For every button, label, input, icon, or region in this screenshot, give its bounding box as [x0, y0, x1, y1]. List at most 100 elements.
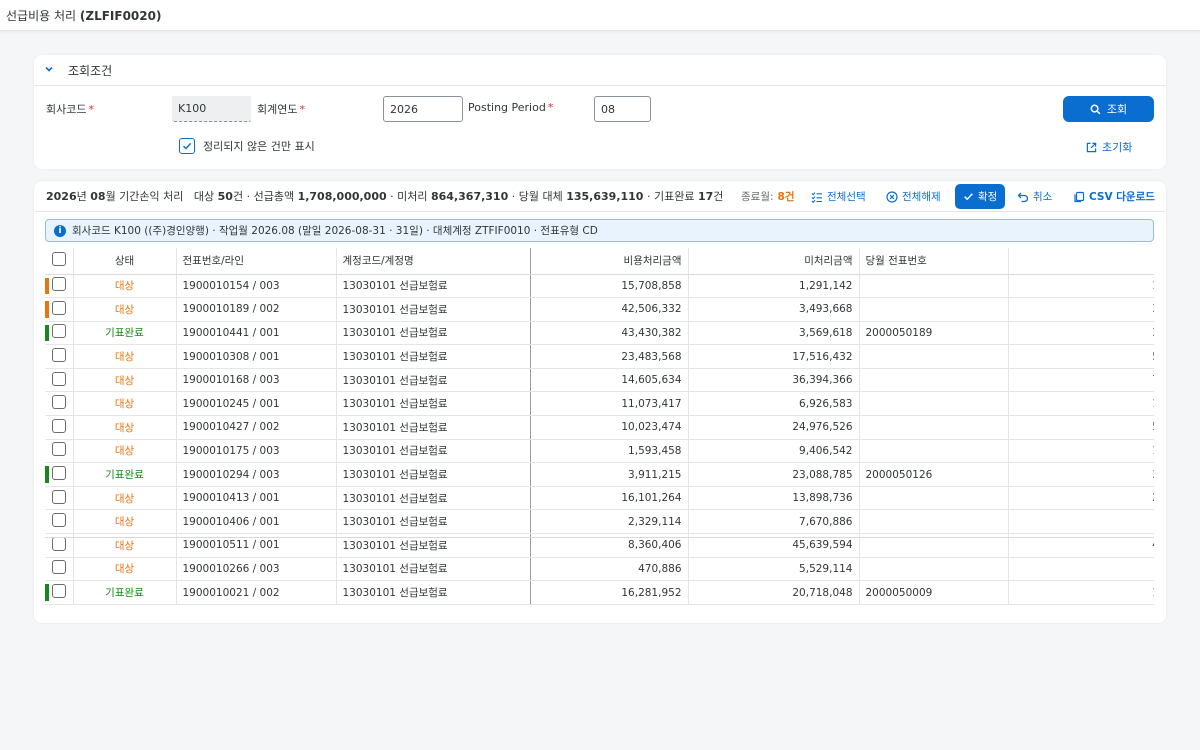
current-document-cell: [858, 368, 1008, 393]
table-row[interactable]: 대상 1900010154 / 003 13030101 선급보험료 15,708,8…: [45, 274, 1154, 299]
row-checkbox[interactable]: [51, 324, 66, 339]
row-checkbox[interactable]: [51, 466, 66, 481]
account-cell: 13030101 선급보험료: [335, 509, 530, 535]
checklist-icon: [811, 191, 822, 203]
table-row[interactable]: 대상 1900010413 / 001 13030101 선급보험료 16,101,2…: [45, 486, 1154, 511]
search-panel-header[interactable]: 조회조건: [34, 55, 1166, 86]
column-header-expense-amount[interactable]: 비용처리금액: [529, 248, 688, 275]
deselect-all-button[interactable]: 전체해제: [886, 184, 941, 209]
current-document-cell: [858, 486, 1008, 511]
table-row[interactable]: 대상 1900010427 / 002 13030101 선급보험료 10,023,4…: [45, 415, 1154, 440]
row-select-cell: [45, 486, 73, 511]
table-row[interactable]: 대상 1900010189 / 002 13030101 선급보험료 42,506,3…: [45, 297, 1154, 322]
row-checkbox[interactable]: [51, 348, 66, 363]
row-select-cell: [45, 321, 73, 346]
fiscal-year-input[interactable]: 2026: [383, 96, 463, 122]
table-row[interactable]: 대상 1900010266 / 003 13030101 선급보험료 470,886 5…: [45, 557, 1154, 582]
row-checkbox[interactable]: [51, 371, 66, 386]
truncated-amount-cell: 7: [1007, 509, 1154, 535]
remaining-amount-cell: 17,516,432: [687, 344, 859, 369]
select-all-checkbox[interactable]: [51, 252, 66, 267]
document-line-cell: 1900010308 / 001: [175, 344, 336, 369]
search-icon: [1090, 104, 1101, 114]
expense-amount-cell: 23,483,568: [529, 344, 688, 369]
table-bottom-border: [45, 537, 1154, 538]
chevron-down-icon[interactable]: [44, 64, 60, 77]
row-highlight-bar: [45, 277, 49, 295]
company-code-field: K100: [172, 96, 251, 122]
confirm-button[interactable]: 확정: [955, 184, 1006, 209]
row-checkbox[interactable]: [51, 300, 66, 315]
document-line-cell: 1900010154 / 003: [175, 274, 336, 299]
truncated-amount-cell: 3,4: [1007, 297, 1154, 322]
reset-button[interactable]: 초기화: [1086, 139, 1132, 155]
table-row[interactable]: 기표완료 1900010021 / 002 13030101 선급보험료 16,281…: [45, 580, 1154, 605]
cancel-button[interactable]: 취소: [1017, 184, 1052, 209]
column-header-account[interactable]: 계정코드/계정명: [335, 248, 530, 275]
remaining-amount-cell: 3,569,618: [687, 321, 859, 346]
search-criteria-panel: 조회조건 회사코드 * K100 회계연도 * 2026 Posting Perio…: [34, 55, 1166, 169]
ended-months-indicator: 종료월: 8건: [741, 191, 795, 203]
required-marker: *: [88, 103, 94, 116]
row-checkbox[interactable]: [51, 277, 66, 292]
row-checkbox[interactable]: [51, 584, 66, 599]
current-document-cell: [858, 297, 1008, 322]
column-header-status[interactable]: 상태: [72, 248, 176, 275]
remaining-amount-cell: 1,291,142: [687, 274, 859, 299]
status-badge: 대상: [72, 368, 176, 393]
column-header-truncated[interactable]: 당: [1007, 248, 1154, 275]
unposted-only-option[interactable]: 정리되지 않은 건만 표시: [179, 138, 315, 154]
status-badge: 대상: [72, 274, 176, 299]
posting-period-input[interactable]: 08: [594, 96, 651, 122]
fiscal-year-label: 회계연도 *: [257, 103, 305, 116]
document-line-cell: 1900010245 / 001: [175, 391, 336, 417]
current-document-cell: [858, 439, 1008, 464]
select-all-button[interactable]: 전체선택: [811, 184, 866, 209]
account-cell: 13030101 선급보험료: [335, 557, 530, 582]
account-cell: 13030101 선급보험료: [335, 415, 530, 440]
table-row[interactable]: 대상 1900010245 / 001 13030101 선급보험료 11,073,4…: [45, 391, 1154, 417]
unposted-only-checkbox[interactable]: [179, 138, 195, 154]
table-row[interactable]: 대상 1900010168 / 003 13030101 선급보험료 14,605,6…: [45, 368, 1154, 393]
row-checkbox[interactable]: [51, 418, 66, 433]
truncated-amount-cell: 4: [1007, 557, 1154, 582]
column-header-current-document[interactable]: 당월 전표번호: [858, 248, 1008, 275]
row-checkbox[interactable]: [51, 513, 66, 528]
expense-amount-cell: 15,708,858: [529, 274, 688, 299]
shell-bar: 선급비용 처리 (ZLFIF0020): [0, 0, 1200, 31]
status-badge: 대상: [72, 557, 176, 582]
row-highlight-bar: [45, 324, 49, 342]
row-checkbox[interactable]: [51, 560, 66, 575]
table-row[interactable]: 기표완료 1900010294 / 003 13030101 선급보험료 3,911,…: [45, 462, 1154, 487]
truncated-amount-cell: 3,9: [1007, 462, 1154, 487]
row-checkbox[interactable]: [51, 536, 66, 551]
document-line-cell: 1900010413 / 001: [175, 486, 336, 511]
column-header-remaining-amount[interactable]: 미처리금액: [687, 248, 859, 275]
row-checkbox[interactable]: [51, 395, 66, 410]
current-document-cell: [858, 274, 1008, 299]
table-row[interactable]: 대상 1900010175 / 003 13030101 선급보험료 1,593,45…: [45, 439, 1154, 464]
undo-icon: [1017, 192, 1029, 202]
row-highlight-bar: [45, 466, 49, 483]
table-row[interactable]: 대상 1900010406 / 001 13030101 선급보험료 2,329,11…: [45, 509, 1154, 535]
status-badge: 대상: [72, 415, 176, 440]
current-document-cell: [858, 509, 1008, 535]
current-document-cell: 2000050009: [858, 580, 1008, 605]
check-icon: [964, 193, 973, 201]
column-header-document[interactable]: 전표번호/라인: [175, 248, 336, 275]
truncated-amount-cell: 5,9: [1007, 344, 1154, 369]
row-select-cell: [45, 415, 73, 440]
search-button[interactable]: 조회: [1063, 96, 1154, 122]
copy-icon: [1074, 191, 1085, 202]
results-summary: 대상 50건 · 선급총액 1,708,000,000 · 미처리 864,36…: [193, 190, 724, 203]
row-checkbox[interactable]: [51, 442, 66, 457]
table-row[interactable]: 기표완료 1900010441 / 001 13030101 선급보험료 43,430…: [45, 321, 1154, 346]
csv-download-button[interactable]: CSV 다운로드: [1073, 184, 1155, 209]
row-checkbox[interactable]: [51, 489, 66, 504]
status-badge: 기표완료: [72, 462, 176, 487]
row-select-cell: [45, 297, 73, 322]
row-select-cell: [45, 557, 73, 582]
unposted-only-label: 정리되지 않은 건만 표시: [203, 140, 315, 153]
table-row[interactable]: 대상 1900010308 / 001 13030101 선급보험료 23,483,5…: [45, 344, 1154, 369]
account-cell: 13030101 선급보험료: [335, 580, 530, 605]
